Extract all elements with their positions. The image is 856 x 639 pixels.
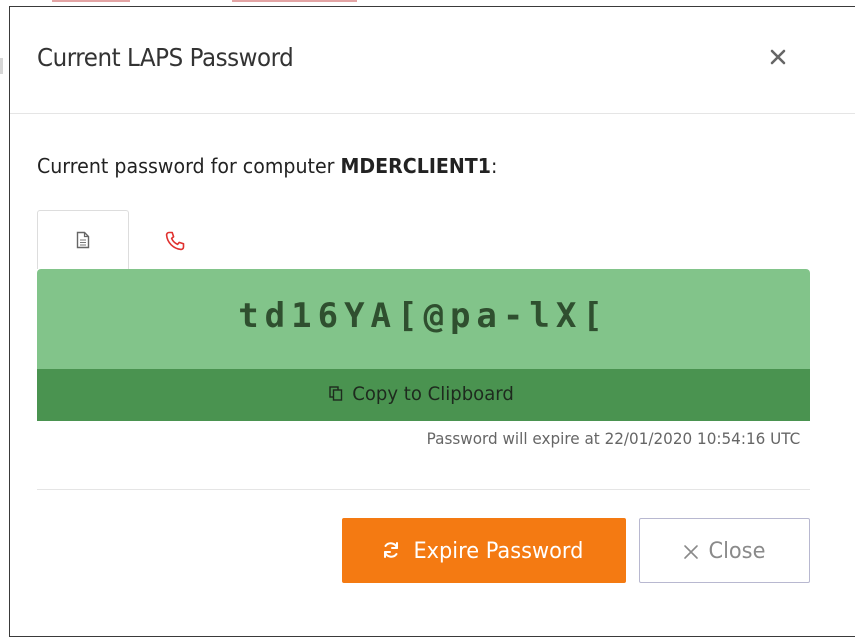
copy-to-clipboard-button[interactable]: Copy to Clipboard: [37, 369, 810, 421]
password-value[interactable]: td16YA[@pa-lX[: [37, 296, 810, 336]
phone-icon: [165, 231, 185, 251]
copy-label: Copy to Clipboard: [352, 383, 514, 405]
close-label: Close: [708, 539, 765, 564]
backdrop-ghost-text: [232, 0, 357, 2]
document-icon: [76, 231, 90, 249]
lead-suffix: :: [490, 154, 498, 178]
copy-button-content: Copy to Clipboard: [37, 383, 810, 405]
times-icon: [683, 545, 698, 559]
refresh-icon: [383, 542, 398, 558]
lead-text: Current password for computer MDERCLIENT…: [37, 154, 497, 178]
backdrop-ghost-text: [52, 0, 130, 2]
close-button-content: Close: [640, 539, 809, 564]
tab-phonetic[interactable]: [130, 210, 222, 269]
close-button[interactable]: Close: [639, 518, 810, 583]
lead-prefix: Current password for computer: [37, 154, 341, 178]
expire-button-content: Expire Password: [343, 539, 625, 564]
tab-plain-text[interactable]: [37, 210, 129, 269]
copy-icon: [329, 386, 343, 401]
laps-password-modal: Current LAPS Password Current password f…: [9, 6, 855, 637]
modal-title: Current LAPS Password: [37, 43, 294, 72]
expiry-note: Password will expire at 22/01/2020 10:54…: [426, 429, 800, 448]
expire-label: Expire Password: [413, 539, 583, 564]
password-display: td16YA[@pa-lX[: [37, 269, 810, 369]
close-icon: [770, 49, 786, 65]
backdrop-edge-mark: [0, 58, 3, 74]
backdrop-edge: [0, 6, 8, 639]
modal-header: Current LAPS Password: [10, 7, 855, 114]
computer-name: MDERCLIENT1: [340, 154, 491, 178]
expire-password-button[interactable]: Expire Password: [342, 518, 626, 583]
modal-close-button[interactable]: [766, 45, 790, 69]
footer-divider: [37, 489, 810, 490]
